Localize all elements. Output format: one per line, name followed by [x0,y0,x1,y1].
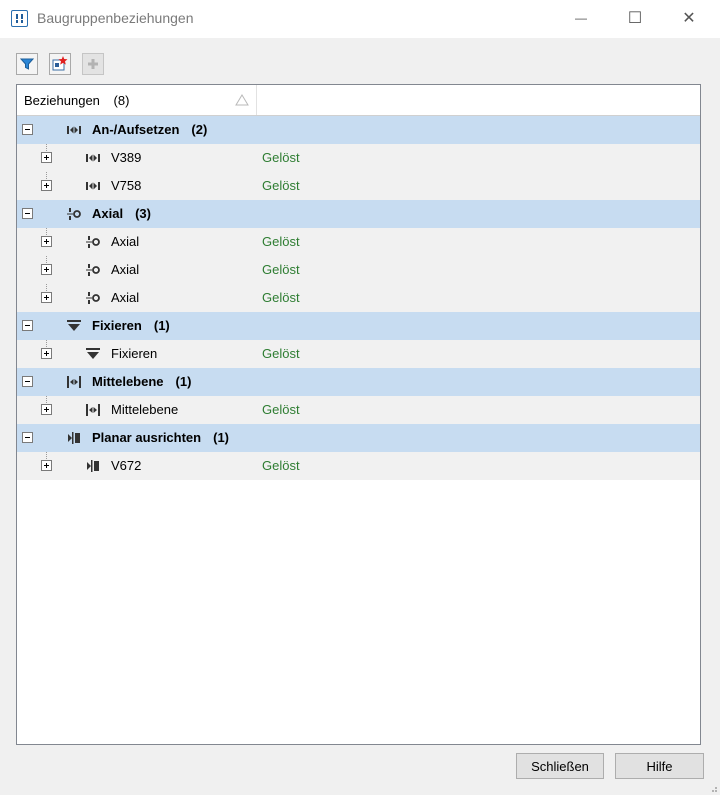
filter-button[interactable] [16,53,38,75]
group-name: Planar ausrichten [92,430,202,445]
expand-toggle[interactable] [41,348,52,359]
column-header[interactable]: Beziehungen (8) [17,85,700,116]
expand-toggle[interactable] [41,460,52,471]
relation-row[interactable]: V389 Gelöst [17,144,700,172]
an-aufsetzen-icon [86,182,100,190]
app-icon [11,10,28,27]
relation-row[interactable]: V758 Gelöst [17,172,700,200]
fixieren-icon [86,348,100,359]
fixieren-icon [67,320,81,331]
group-count: (1) [175,374,192,389]
group-count: (2) [191,122,208,137]
group-count: (1) [153,318,170,333]
collapse-toggle[interactable] [22,208,33,219]
plus-icon [88,59,98,69]
collapse-toggle[interactable] [22,376,33,387]
relation-row[interactable]: Mittelebene Gelöst [17,396,700,424]
expand-toggle[interactable] [41,404,52,415]
close-button[interactable]: Schließen [516,753,604,779]
minimize-icon: — [575,11,587,25]
group-count: (3) [135,206,151,221]
axial-icon [86,292,100,304]
column-separator[interactable] [256,85,257,115]
status-text: Gelöst [262,234,300,249]
column-header-label: Beziehungen (8) [24,93,129,108]
highlight-icon [52,56,68,71]
help-button-label: Hilfe [646,758,673,774]
axial-icon [86,236,100,248]
an-aufsetzen-icon [86,154,100,162]
group-name: Mittelebene [92,374,164,389]
status-text: Gelöst [262,178,300,193]
collapse-toggle[interactable] [22,432,33,443]
relation-label: V389 [111,150,142,165]
relation-row[interactable]: Axial Gelöst [17,284,700,312]
relation-label: Axial [111,262,140,277]
close-button-label: Schließen [531,758,589,774]
planar-ausrichten-icon [68,432,80,444]
close-window-button[interactable]: ✕ [666,0,712,36]
group-label: Axial (3) [92,206,151,221]
column-header-count: (8) [113,93,130,108]
filter-icon [20,58,34,70]
group-label: An-/Aufsetzen (2) [92,122,207,137]
relation-row[interactable]: Axial Gelöst [17,256,700,284]
tree-rows: An-/Aufsetzen (2) V389 Gelöst V758 Gelöst Axia… [17,116,700,480]
maximize-button[interactable]: ☐ [612,0,658,36]
maximize-icon: ☐ [627,10,643,27]
collapse-toggle[interactable] [22,320,33,331]
expand-toggle[interactable] [41,180,52,191]
close-icon: ✕ [682,10,696,27]
relation-label: Axial [111,290,140,305]
relation-label: V672 [111,458,142,473]
relation-label: Mittelebene [111,402,179,417]
status-text: Gelöst [262,262,300,277]
an-aufsetzen-icon [67,126,81,134]
sort-ascending-icon[interactable] [235,94,249,106]
group-row[interactable]: Planar ausrichten (1) [17,424,700,452]
group-name: Fixieren [92,318,142,333]
collapse-toggle[interactable] [22,124,33,135]
status-text: Gelöst [262,346,300,361]
group-row[interactable]: Mittelebene (1) [17,368,700,396]
status-text: Gelöst [262,402,300,417]
group-count: (1) [213,430,229,445]
column-header-title: Beziehungen [24,93,100,108]
expand-toggle[interactable] [41,292,52,303]
resize-grip-icon[interactable] [708,783,718,793]
expand-toggle[interactable] [41,236,52,247]
expand-toggle[interactable] [41,264,52,275]
group-label: Mittelebene (1) [92,374,191,389]
help-button[interactable]: Hilfe [615,753,704,779]
toolbar [0,38,720,84]
group-label: Planar ausrichten (1) [92,430,229,445]
relation-row[interactable]: Axial Gelöst [17,228,700,256]
relation-label: V758 [111,178,142,193]
relation-row[interactable]: V672 Gelöst [17,452,700,480]
relations-tree[interactable]: Beziehungen (8) An-/Aufsetzen (2) V389 Gelö… [16,84,701,745]
mittelebene-icon [86,404,100,416]
axial-icon [67,208,81,220]
group-name: Axial [92,206,124,221]
planar-ausrichten-icon [87,460,99,472]
window-title: Baugruppenbeziehungen [37,10,194,26]
group-label: Fixieren (1) [92,318,170,333]
relation-label: Axial [111,234,140,249]
title-bar: Baugruppenbeziehungen — ☐ ✕ [0,0,720,38]
minimize-button[interactable]: — [558,0,604,36]
axial-icon [86,264,100,276]
relation-label: Fixieren [111,346,158,361]
group-row[interactable]: Axial (3) [17,200,700,228]
add-button[interactable] [82,53,104,75]
mittelebene-icon [67,376,81,388]
highlight-button[interactable] [49,53,71,75]
group-row[interactable]: Fixieren (1) [17,312,700,340]
status-text: Gelöst [262,150,300,165]
status-text: Gelöst [262,290,300,305]
relation-row[interactable]: Fixieren Gelöst [17,340,700,368]
group-row[interactable]: An-/Aufsetzen (2) [17,116,700,144]
group-name: An-/Aufsetzen [92,122,180,137]
status-text: Gelöst [262,458,300,473]
expand-toggle[interactable] [41,152,52,163]
